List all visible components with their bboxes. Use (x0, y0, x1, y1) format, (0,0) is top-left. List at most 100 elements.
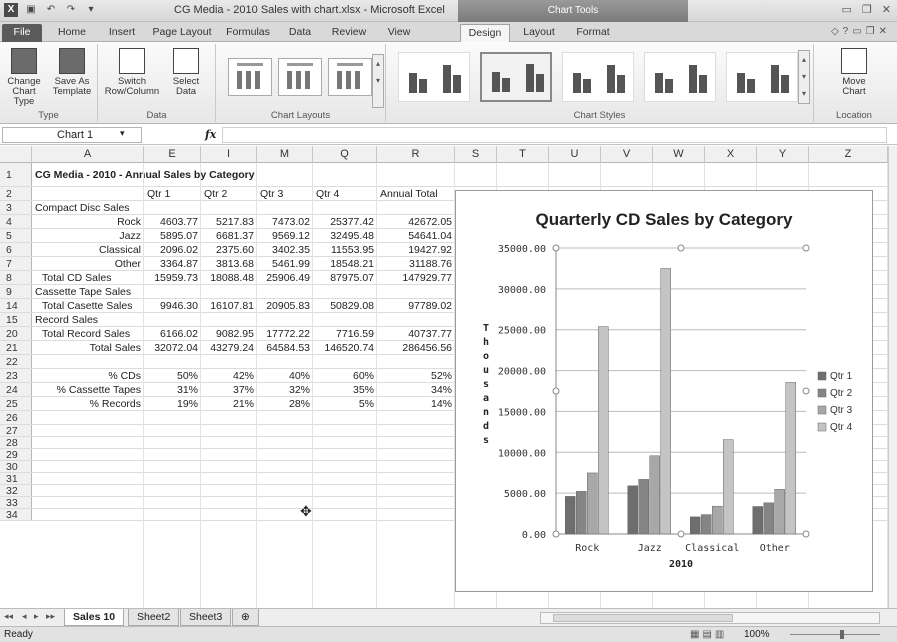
cell-m4[interactable]: 7473.02 (257, 215, 313, 228)
next-sheet-icon[interactable]: ▸ (34, 611, 39, 622)
insert-function-icon[interactable]: fx (205, 128, 216, 141)
layouts-gallery-scroll[interactable]: ▴ ▾ (372, 54, 384, 108)
row-header[interactable]: 6 (0, 243, 32, 256)
horizontal-scrollbar[interactable] (540, 612, 880, 624)
cell-i4[interactable]: 5217.83 (201, 215, 257, 228)
minimize-icon[interactable]: ▭ (842, 3, 852, 16)
cell-q5[interactable]: 32495.48 (313, 229, 377, 242)
cell-q14[interactable]: 50829.08 (313, 299, 377, 312)
row-header[interactable]: 2 (0, 187, 32, 200)
cell-q21[interactable]: 146520.74 (313, 341, 377, 354)
cell-e6[interactable]: 2096.02 (144, 243, 201, 256)
row-header[interactable]: 22 (0, 355, 32, 368)
row-header[interactable]: 8 (0, 271, 32, 284)
chart-style-4[interactable] (644, 52, 716, 102)
cell-a1[interactable]: CG Media - 2010 - Annual Sales by Catego… (32, 163, 255, 186)
close-icon[interactable]: ✕ (882, 3, 891, 16)
row-header[interactable]: 5 (0, 229, 32, 242)
row-header[interactable]: 21 (0, 341, 32, 354)
chart-layout-2-button[interactable] (278, 58, 322, 96)
cell-m8[interactable]: 25906.49 (257, 271, 313, 284)
tab-view[interactable]: View (378, 24, 420, 42)
zoom-slider-knob[interactable] (840, 630, 844, 639)
row-header[interactable]: 14 (0, 299, 32, 312)
cell-e24[interactable]: 31% (144, 383, 201, 396)
cell-r6[interactable]: 19427.92 (377, 243, 455, 256)
chart-style-3[interactable] (562, 52, 634, 102)
embedded-chart[interactable]: Quarterly CD Sales by Category 0.00 5000.0… (455, 190, 873, 592)
column-header-v[interactable]: V (601, 146, 653, 163)
select-all-corner[interactable] (0, 146, 32, 163)
cell-i14[interactable]: 16107.81 (201, 299, 257, 312)
cell-i21[interactable]: 43279.24 (201, 341, 257, 354)
column-header-r[interactable]: R (377, 146, 455, 163)
cell-a5[interactable]: Jazz (32, 229, 144, 242)
cell-e4[interactable]: 4603.77 (144, 215, 201, 228)
styles-gallery-scroll[interactable]: ▴ ▾ ▾ (798, 50, 810, 104)
cell-e23[interactable]: 50% (144, 369, 201, 382)
column-header-u[interactable]: U (549, 146, 601, 163)
row-header[interactable]: 28 (0, 437, 32, 449)
cell-r5[interactable]: 54641.04 (377, 229, 455, 242)
cell-r8[interactable]: 147929.77 (377, 271, 455, 284)
tab-format[interactable]: Format (568, 24, 618, 42)
row-header[interactable]: 33 (0, 497, 32, 509)
cell-a6[interactable]: Classical (32, 243, 144, 256)
cell-a9[interactable]: Cassette Tape Sales (32, 285, 144, 298)
sheet-tab-sheet2[interactable]: Sheet2 (128, 609, 180, 626)
cell-r25[interactable]: 14% (377, 397, 455, 410)
cell-a7[interactable]: Other (32, 257, 144, 270)
cell-r14[interactable]: 97789.02 (377, 299, 455, 312)
cell-a15[interactable]: Record Sales (32, 313, 144, 326)
insert-sheet-icon[interactable]: ⊕ (232, 609, 259, 626)
cell-m24[interactable]: 32% (257, 383, 313, 396)
row-header[interactable]: 3 (0, 201, 32, 214)
cell-q8[interactable]: 87975.07 (313, 271, 377, 284)
undo-icon[interactable]: ↶ (44, 3, 58, 17)
row-header[interactable]: 34 (0, 509, 32, 521)
tab-layout[interactable]: Layout (514, 24, 564, 42)
chart-style-1[interactable] (398, 52, 470, 102)
cell-i5[interactable]: 6681.37 (201, 229, 257, 242)
tab-page-layout[interactable]: Page Layout (148, 24, 216, 42)
cell-i20[interactable]: 9082.95 (201, 327, 257, 340)
row-header[interactable]: 7 (0, 257, 32, 270)
column-header-y[interactable]: Y (757, 146, 809, 163)
row-header[interactable]: 29 (0, 449, 32, 461)
chart-layout-3-button[interactable] (328, 58, 372, 96)
row-header[interactable]: 26 (0, 411, 32, 424)
save-icon[interactable]: ▣ (24, 3, 38, 17)
cell-m7[interactable]: 5461.99 (257, 257, 313, 270)
tab-home[interactable]: Home (48, 24, 96, 42)
column-header-e[interactable]: E (144, 146, 201, 163)
cell-i6[interactable]: 2375.60 (201, 243, 257, 256)
row-header[interactable]: 23 (0, 369, 32, 382)
row-header[interactable]: 24 (0, 383, 32, 396)
prev-sheet-icon[interactable]: ◂ (22, 611, 27, 622)
cell-i25[interactable]: 21% (201, 397, 257, 410)
cell-a4[interactable]: Rock (32, 215, 144, 228)
chart-style-2[interactable] (480, 52, 552, 102)
cell-m25[interactable]: 28% (257, 397, 313, 410)
column-header-i[interactable]: I (201, 146, 257, 163)
cell-q2[interactable]: Qtr 4 (313, 187, 377, 200)
row-header[interactable]: 32 (0, 485, 32, 497)
row-header[interactable]: 15 (0, 313, 32, 326)
cell-m23[interactable]: 40% (257, 369, 313, 382)
column-header-s[interactable]: S (455, 146, 497, 163)
cell-m6[interactable]: 3402.35 (257, 243, 313, 256)
row-header[interactable]: 30 (0, 461, 32, 473)
column-header-a[interactable]: A (32, 146, 144, 163)
tab-insert[interactable]: Insert (100, 24, 144, 42)
cell-m14[interactable]: 20905.83 (257, 299, 313, 312)
cell-q23[interactable]: 60% (313, 369, 377, 382)
cell-e5[interactable]: 5895.07 (144, 229, 201, 242)
cell-a3[interactable]: Compact Disc Sales (32, 201, 144, 214)
chart-layout-1-button[interactable] (228, 58, 272, 96)
column-header-z[interactable]: Z (809, 146, 888, 163)
cell-e20[interactable]: 6166.02 (144, 327, 201, 340)
select-data-button[interactable]: Select Data (164, 48, 208, 97)
cell-i2[interactable]: Qtr 2 (201, 187, 257, 200)
cell-m2[interactable]: Qtr 3 (257, 187, 313, 200)
customize-qat-icon[interactable]: ▾ (84, 3, 98, 17)
